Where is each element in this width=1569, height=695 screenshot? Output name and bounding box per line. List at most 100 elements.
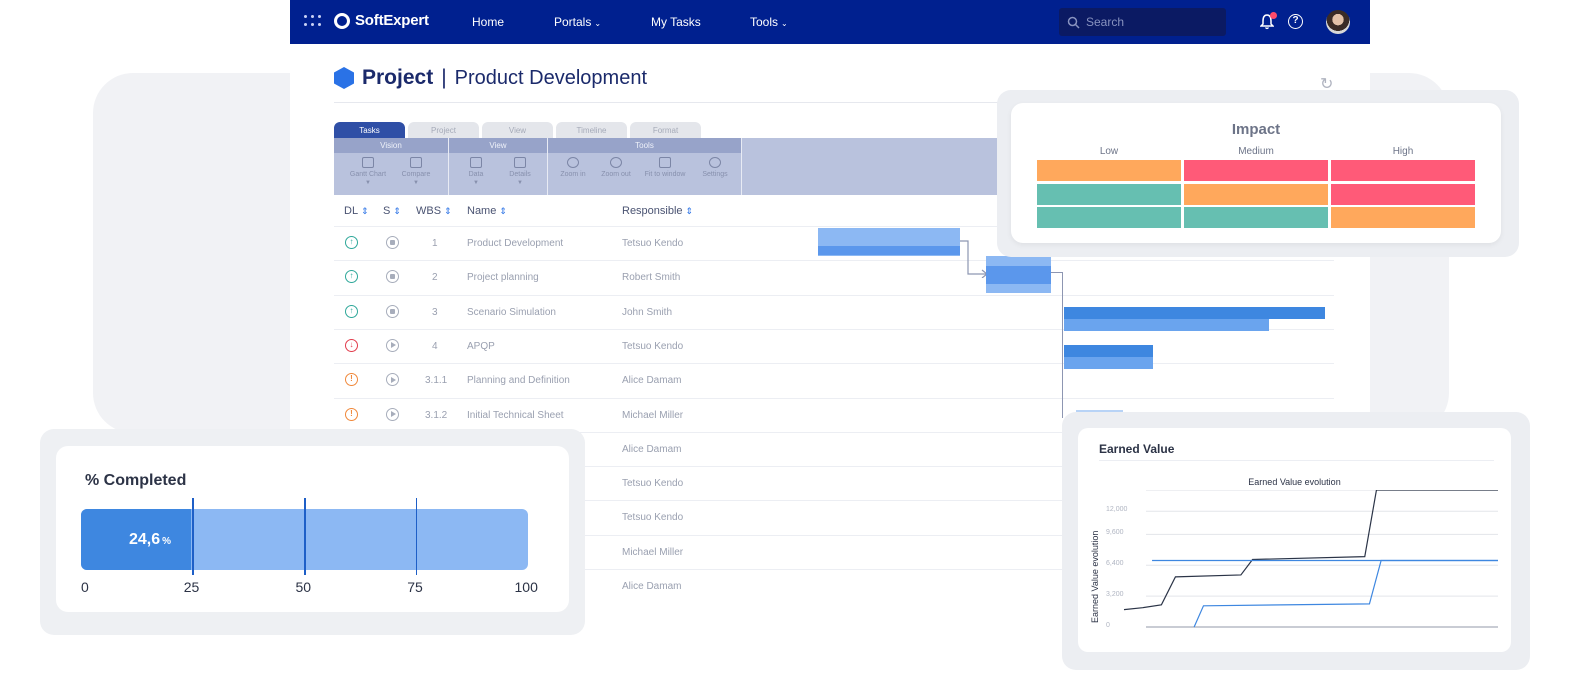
help-icon[interactable]: ? [1288,14,1303,29]
column-label: Name [467,205,497,217]
impact-cell[interactable] [1184,207,1328,228]
impact-cell[interactable] [1037,183,1181,205]
play-circle-icon[interactable] [386,373,399,387]
tab-tasks[interactable]: Tasks [334,122,405,138]
impact-cell[interactable] [1331,160,1475,181]
impact-cell[interactable] [1331,207,1475,228]
details-button[interactable]: Details ▼ [500,157,540,186]
table-row[interactable]: ↑ 2 Project planning Robert Smith [334,260,1334,294]
alert-circle-icon: ! [345,407,358,421]
arrow-down-circle-icon: ↓ [345,338,358,352]
responsible-cell: Alice Damam [622,443,682,455]
fit-to-window-button[interactable]: Fit to window [639,157,691,178]
nav-tools[interactable]: Tools ⌄ [750,15,788,29]
impact-cell[interactable] [1184,183,1328,205]
column-header-s[interactable]: S ⇕ [383,205,401,217]
progress-marker [192,498,194,575]
nav-home[interactable]: Home [472,15,504,29]
stop-circle-icon[interactable] [386,270,399,284]
play-circle-icon[interactable] [386,338,399,352]
tab-format[interactable]: Format [630,122,701,138]
completed-title: % Completed [85,472,187,489]
gantt-bar[interactable] [1064,345,1153,357]
impact-column-low: Low [1099,146,1119,157]
alert-circle-icon: ! [345,373,358,387]
impact-cell[interactable] [1331,183,1475,205]
column-header-wbs[interactable]: WBS ⇕ [416,205,452,217]
search-icon [1067,16,1080,29]
impact-cell[interactable] [1184,160,1328,181]
nav-tools-label: Tools [750,15,779,29]
name-cell: Project planning [467,272,539,284]
impact-cell[interactable] [1037,160,1181,181]
chart-title: Earned Value evolution [1248,477,1341,487]
gear-icon [709,157,721,168]
sort-icon: ⇕ [685,206,694,216]
sort-icon: ⇕ [499,206,507,216]
tab-project[interactable]: Project [408,122,479,138]
stage: SoftExpert Home Portals ⌄ My Tasks Tools ⌄… [0,0,1569,695]
play-circle-icon[interactable] [386,407,399,421]
impact-title: Impact [1231,121,1281,138]
gantt-chart-button[interactable]: Gantt Chart ▼ [348,157,388,186]
gantt-bar-progress [986,266,1051,284]
column-label: WBS [416,205,442,217]
tab-timeline[interactable]: Timeline [556,122,627,138]
brand-logo[interactable]: SoftExpert [334,12,429,29]
responsible-cell: Tetsuo Kendo [622,512,684,524]
name-cell: Product Development [467,238,564,249]
progress-tick-label: 75 [407,579,423,595]
ribbon-group-title: Tools [548,138,741,153]
zoom-in-button[interactable]: Zoom in [553,157,593,178]
settings-button[interactable]: Settings [695,157,735,178]
impact-cell[interactable] [1037,207,1181,228]
apps-grid-icon[interactable] [304,15,321,27]
gantt-chart-icon [362,157,374,168]
chevron-down-icon: ⌄ [594,19,602,28]
earned-value-chart [1123,490,1498,628]
table-row[interactable]: ↓ 4 APQP Tetsuo Kendo [334,328,1334,363]
progress-value-number: 24,6 [129,531,161,548]
chart-y-axis-label: Earned Value evolution [1090,530,1100,623]
column-label: DL [344,205,359,217]
stop-circle-icon[interactable] [386,304,399,318]
column-header-dl[interactable]: DL ⇕ [344,205,369,217]
nav-my-tasks[interactable]: My Tasks [651,15,701,29]
logo-mark-icon [334,12,350,29]
button-label: Compare [401,171,431,178]
gantt-bar[interactable] [1064,307,1325,319]
zoom-out-button[interactable]: Zoom out [596,157,636,178]
table-row[interactable]: ! 3.1.1 Planning and Definition Alice Damam [334,363,1334,397]
project-icon [334,67,354,89]
search-placeholder: Search [1086,15,1125,29]
earned-value-card: Earned Value Earned Value evolution Earn… [1078,428,1511,652]
user-avatar[interactable] [1326,10,1350,34]
progress-marker [415,498,418,575]
name-cell: Initial Technical Sheet [467,409,564,421]
column-label: Responsible [622,205,683,217]
arrow-up-circle-icon: ↑ [345,236,358,249]
card-divider [1099,460,1494,461]
zoom-in-icon [567,157,579,168]
progress-value-unit: % [162,536,172,547]
responsible-cell: Tetsuo Kendo [622,340,684,352]
tab-view[interactable]: View [482,122,553,138]
completed-card: % Completed 24,6% 0 25 50 75 100 [56,446,569,612]
chevron-down-icon: ▼ [473,180,479,186]
stop-circle-icon[interactable] [386,236,399,249]
data-button[interactable]: Data ▼ [456,157,496,186]
responsible-cell: Alice Damam [622,375,682,387]
button-label: Details [509,171,531,178]
column-header-responsible[interactable]: Responsible ⇕ [622,205,693,217]
nav-portals[interactable]: Portals ⌄ [554,15,601,29]
compare-button[interactable]: Compare ▼ [396,157,436,186]
chevron-down-icon: ▼ [517,180,523,186]
arrow-up-circle-icon: ↑ [345,304,358,318]
zoom-out-icon [610,157,622,168]
page-title: Project [362,66,434,89]
button-label: Gantt Chart [349,171,387,178]
chevron-down-icon: ▼ [413,180,419,186]
search-input[interactable]: Search [1059,8,1226,36]
responsible-cell: Michael Miller [622,409,684,421]
column-header-name[interactable]: Name ⇕ [467,205,507,217]
